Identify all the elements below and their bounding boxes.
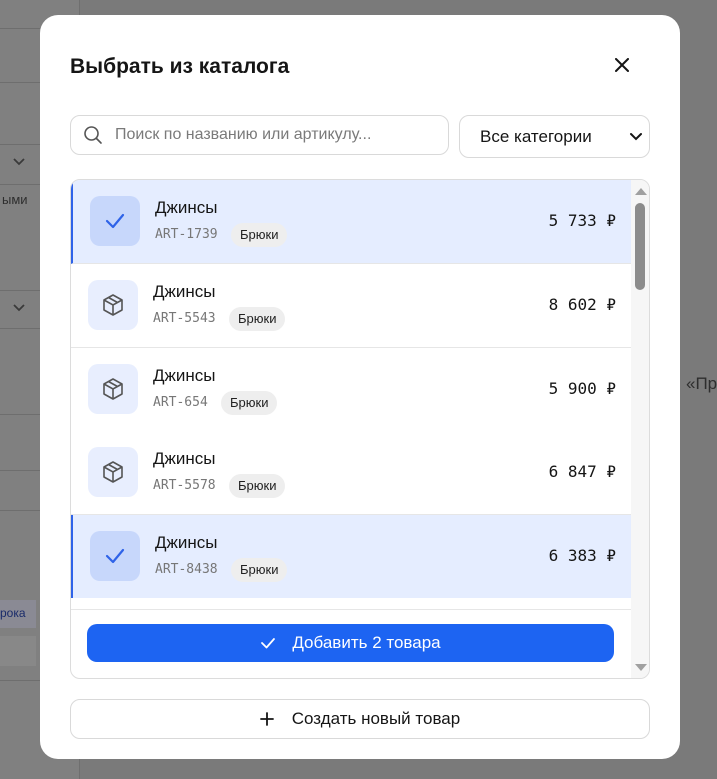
product-sku: ART-8438 [155,562,218,577]
background-text: «Пр [686,374,717,393]
product-name: Джинсы [155,198,218,217]
divider [0,328,40,329]
product-row[interactable]: Джинсы ART-5578 Брюки 6 847 ₽ [71,431,631,515]
divider [0,82,40,83]
create-product-label: Создать новый товар [291,709,461,728]
package-icon [88,280,138,330]
divider [0,510,40,511]
product-name: Джинсы [153,449,216,468]
product-row[interactable]: Джинсы ART-8438 Брюки 6 383 ₽ [71,515,631,599]
checkmark-icon [261,638,276,649]
divider [0,680,40,681]
product-sku: ART-5543 [153,311,216,326]
product-price: 8 602 ₽ [548,295,616,314]
background-text: ыми [2,192,28,207]
divider [0,144,40,145]
category-select[interactable]: Все категории [459,115,650,158]
package-icon [88,447,138,497]
chevron-down-icon [12,156,26,170]
chevron-down-icon [629,129,643,149]
product-price: 6 383 ₽ [548,546,616,565]
chevron-down-icon [12,302,26,316]
catalog-modal: Выбрать из каталога Все категории Джинсы… [40,15,680,759]
list-scrollbar[interactable] [631,180,649,678]
background-link: рока [0,600,36,628]
add-selected-label: Добавить 2 товара [292,633,441,652]
scroll-down-arrow-icon[interactable] [635,664,647,671]
category-badge: Брюки [229,307,286,331]
product-name: Джинсы [153,366,216,385]
background-block [0,636,36,666]
search-field[interactable] [70,115,449,155]
category-badge: Брюки [231,558,288,582]
product-row[interactable]: Джинсы ART-5543 Брюки 8 602 ₽ [71,264,631,348]
product-sku: ART-1739 [155,227,218,242]
search-input[interactable] [115,126,435,144]
modal-title: Выбрать из каталога [70,55,290,78]
create-product-button[interactable]: Создать новый товар [70,699,650,739]
category-badge: Брюки [221,391,278,415]
add-selected-button[interactable]: Добавить 2 товара [87,624,614,662]
product-sku: ART-5578 [153,478,216,493]
product-name: Джинсы [153,282,216,301]
search-icon [71,125,115,145]
divider [0,470,40,471]
close-button[interactable] [606,51,638,83]
product-price: 5 733 ₽ [548,211,616,230]
product-row[interactable]: Джинсы ART-654 Брюки 5 900 ₽ [71,348,631,432]
category-badge: Брюки [229,474,286,498]
product-price: 5 900 ₽ [548,379,616,398]
product-list: Джинсы ART-1739 Брюки 5 733 ₽ Джинсы ART… [70,179,650,679]
divider [0,290,40,291]
category-select-value: Все категории [480,126,592,146]
plus-icon [259,712,274,726]
category-badge: Брюки [231,223,288,247]
scrollbar-thumb[interactable] [635,203,645,290]
package-icon [88,364,138,414]
divider [0,184,40,185]
divider [0,28,40,29]
product-row[interactable]: Джинсы ART-1739 Брюки 5 733 ₽ [71,180,631,264]
checkmark-icon [90,196,140,246]
product-row[interactable] [71,598,631,610]
close-icon [615,57,629,77]
scroll-up-arrow-icon[interactable] [635,188,647,195]
product-price: 6 847 ₽ [548,462,616,481]
product-name: Джинсы [155,533,218,552]
checkmark-icon [90,531,140,581]
product-sku: ART-654 [153,395,208,410]
divider [0,414,40,415]
